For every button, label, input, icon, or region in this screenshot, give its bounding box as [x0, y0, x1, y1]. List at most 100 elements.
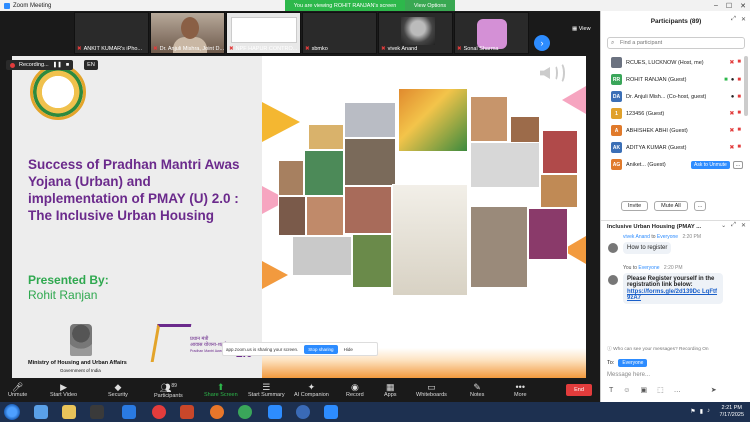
- avatar: [477, 19, 507, 49]
- participant-list-scrollbar[interactable]: [744, 56, 748, 116]
- video-thumbnail[interactable]: ✖ vivek Anand: [378, 12, 453, 54]
- participant-more-button[interactable]: ...: [732, 160, 743, 169]
- start-button[interactable]: [4, 404, 20, 420]
- whiteboards-button[interactable]: ▭ Whiteboards: [416, 378, 447, 402]
- ask-to-unmute-button[interactable]: Ask to Unmute: [691, 160, 730, 169]
- sharing-status-text: app.zoom.us is sharing your screen.: [226, 346, 299, 352]
- language-button[interactable]: EN: [84, 60, 98, 70]
- network-icon[interactable]: ▮: [700, 408, 703, 415]
- presented-by-label: Presented By:: [28, 273, 109, 287]
- ai-companion-button[interactable]: ✦ AI Companion: [294, 378, 329, 402]
- more-options-icon[interactable]: …: [674, 387, 681, 394]
- slide-title: Success of Pradhan Mantri Awas Yojana (U…: [28, 157, 240, 223]
- stop-sharing-button[interactable]: Stop sharing: [304, 344, 338, 354]
- powerpoint-icon[interactable]: [180, 405, 194, 419]
- photo-group: [308, 124, 344, 150]
- mic-muted-icon: ✖: [729, 60, 735, 66]
- recipient-select[interactable]: Everyone: [618, 359, 648, 367]
- screenshot-icon[interactable]: ⬚: [657, 386, 664, 394]
- participant-row[interactable]: AK ADITYA KUMAR (Guest) ✖ ■: [601, 139, 743, 156]
- sparkle-icon: ✦: [307, 382, 316, 392]
- stop-recording-button[interactable]: ■: [66, 62, 69, 68]
- invite-button[interactable]: Invite: [621, 201, 649, 211]
- pause-recording-button[interactable]: ❚❚: [53, 62, 62, 68]
- grid-icon: ▦: [572, 26, 579, 32]
- file-icon[interactable]: ▣: [640, 386, 647, 394]
- mic-muted-icon: ✖: [229, 46, 234, 52]
- flag-icon[interactable]: ⚑: [690, 408, 695, 415]
- mute-all-button[interactable]: Mute All: [654, 201, 688, 211]
- next-thumbnails-button[interactable]: ›: [534, 35, 550, 51]
- participant-row[interactable]: AG Aniket... (Guest) Ask to Unmute ...: [601, 156, 743, 173]
- photo-woman-home: [352, 234, 392, 288]
- chevron-down-icon[interactable]: ⌄: [721, 222, 726, 229]
- close-chat-icon[interactable]: ✕: [741, 222, 746, 229]
- photo-woman-smile: [344, 186, 392, 234]
- avatar: A: [611, 125, 622, 136]
- video-thumbnail[interactable]: ✖ NPF HAPUR CONTRO...: [226, 12, 301, 54]
- participant-name: Dr. Anjuli Mishra, Joint D...: [159, 46, 225, 52]
- zoom-meeting-icon[interactable]: [324, 405, 338, 419]
- popout-icon[interactable]: ⤢: [731, 222, 736, 229]
- apps-button[interactable]: ▦ Apps: [384, 378, 397, 402]
- view-button[interactable]: ▦ View: [572, 26, 591, 32]
- zoom-icon[interactable]: [296, 405, 310, 419]
- mic-muted-icon: 🎤︎: [11, 382, 24, 392]
- participants-button[interactable]: 👥︎89 Participants: [154, 378, 183, 402]
- participant-name: vivek Anand: [387, 46, 418, 52]
- participant-row[interactable]: RR ROHIT RANJAN (Guest) ■ ● ■: [601, 71, 743, 88]
- screen-sharing-bar: app.zoom.us is sharing your screen. Stop…: [222, 342, 378, 356]
- video-thumbnail[interactable]: ✖ Sonal Sharma: [454, 12, 529, 54]
- video-thumbnail[interactable]: ✖ Dr. Anjuli Mishra, Joint D...: [150, 12, 225, 54]
- participant-search-input[interactable]: ⌕ Find a participant: [607, 37, 745, 49]
- emoji-icon[interactable]: ☺: [623, 387, 630, 394]
- system-clock[interactable]: 2:21 PM 7/17/2025: [720, 405, 744, 419]
- registration-link[interactable]: https://forms.gle/2d139Dc LqFtf9zA7: [627, 289, 719, 301]
- mic-muted-icon: ✖: [381, 46, 386, 52]
- close-icon[interactable]: ✕: [740, 2, 746, 10]
- media-icon[interactable]: [90, 405, 104, 419]
- word-icon[interactable]: [122, 405, 136, 419]
- participant-row[interactable]: A ABHISHEK ABHI (Guest) ✖ ■: [601, 122, 743, 139]
- popout-icon[interactable]: ⤢: [731, 16, 736, 23]
- firefox-icon[interactable]: [210, 405, 224, 419]
- share-screen-button[interactable]: ⬆ Share Screen: [204, 378, 238, 402]
- share-screen-icon: ⬆: [217, 382, 225, 392]
- record-dot-icon: [10, 62, 15, 68]
- format-icon[interactable]: T: [609, 387, 613, 394]
- participant-options-button[interactable]: ...: [693, 201, 707, 211]
- view-options-button[interactable]: View Options: [405, 0, 455, 11]
- video-thumbnail[interactable]: ✖ ANKIT KUMAR's iPho...: [74, 12, 149, 54]
- photo-women-green: [304, 150, 344, 196]
- start-summary-button[interactable]: ☰ Start Summary: [248, 378, 285, 402]
- participant-row[interactable]: DA Dr. Anjuli Mish... (Co-host, guest) ●…: [601, 88, 743, 105]
- national-emblem: [70, 324, 92, 356]
- end-meeting-button[interactable]: End: [566, 384, 592, 396]
- participant-row[interactable]: 1 123456 (Guest) ✖ ■: [601, 105, 743, 122]
- volume-icon[interactable]: ♪: [707, 408, 710, 415]
- participant-list: RCUES, LUCKNOW (Host, me) ✖ ■ RR ROHIT RA…: [601, 54, 743, 173]
- send-icon[interactable]: ➤: [711, 386, 717, 394]
- notes-button[interactable]: ✎ Notes: [470, 378, 484, 402]
- close-panel-icon[interactable]: ✕: [741, 16, 746, 23]
- more-button[interactable]: ••• More: [514, 378, 527, 402]
- video-thumbnail[interactable]: ✖ sbmko: [302, 12, 377, 54]
- chrome-icon[interactable]: [238, 405, 252, 419]
- hide-sharing-bar-button[interactable]: Hide: [344, 347, 353, 352]
- decor-triangle: [262, 261, 288, 289]
- unmute-button[interactable]: 🎤︎ Unmute: [8, 378, 27, 402]
- record-button[interactable]: ◉ Record: [346, 378, 364, 402]
- security-button[interactable]: ◆ Security: [108, 378, 128, 402]
- minimize-icon[interactable]: –: [714, 2, 718, 9]
- folder-icon[interactable]: [62, 405, 76, 419]
- start-video-button[interactable]: ▶ Start Video: [50, 378, 77, 402]
- skype-icon[interactable]: [268, 405, 282, 419]
- housing-photo-collage: [262, 86, 586, 346]
- ie-icon[interactable]: [34, 405, 48, 419]
- chat-visibility-note[interactable]: ⓘ Who can see your messages? Recording O…: [607, 345, 709, 352]
- maximize-icon[interactable]: ☐: [726, 2, 732, 10]
- photo-building: [344, 102, 396, 138]
- opera-icon[interactable]: [152, 405, 166, 419]
- video-off-icon: ■: [737, 144, 741, 150]
- participant-row[interactable]: RCUES, LUCKNOW (Host, me) ✖ ■: [601, 54, 743, 71]
